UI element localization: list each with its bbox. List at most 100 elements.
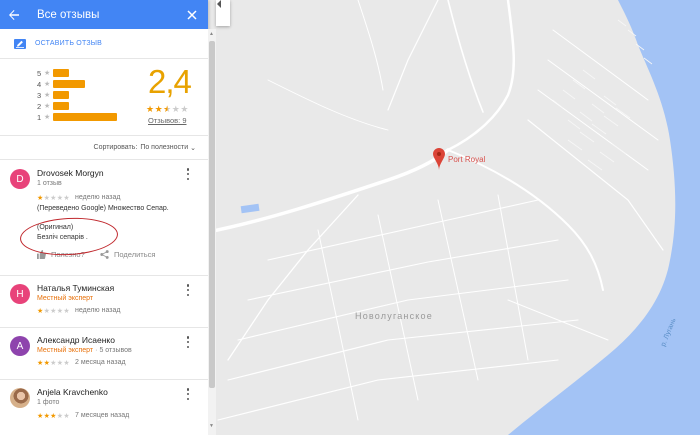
town-label: Новолуганское [355,311,433,321]
review-time: неделю назад [75,307,121,314]
star-icon: ★ [37,308,44,315]
reviewer-name[interactable]: Anjela Kravchenko [37,387,108,397]
star-icon: ★ [37,413,44,420]
review-translated-text: (Переведено Google) Множество Сепар. [37,205,169,212]
reviewer-meta: 1 отзыв [37,180,62,187]
reviews-panel: Все отзывы ОСТАВИТЬ ОТЗЫВ 5 ★ 4 ★ 3 ★ 2 ★ 1 ★ 2,4… [0,0,208,435]
histogram-label: 2 [37,101,42,111]
star-icon: ★ [44,81,51,88]
local-guide-badge: Местный эксперт [37,295,94,302]
reviews-count-link[interactable]: Отзывов: 9 [148,116,187,125]
helpful-label: Полезно? [51,250,85,259]
reservoir-water [508,0,700,435]
page-title: Все отзывы [37,8,100,21]
share-label: Поделиться [114,250,156,259]
review-stars: ★★★★★ [37,412,70,420]
more-options-button[interactable] [184,336,192,348]
histogram-label: 1 [37,112,42,122]
reviewer-name[interactable]: Drovosek Morgyn [37,168,104,178]
more-options-button[interactable] [184,284,192,296]
star-icon: ★ [180,104,189,114]
histogram-bar [53,113,117,121]
review-stars: ★★★★★ [37,307,70,315]
histogram-row: 5 ★ [37,68,69,78]
avatar[interactable]: А [10,336,30,356]
share-icon [100,250,109,259]
helpful-button[interactable]: Полезно? [37,250,85,259]
histogram-label: 4 [37,79,42,89]
scroll-up-icon[interactable]: ▲ [209,31,214,37]
star-icon: ★ [37,360,44,367]
scroll-down-icon[interactable]: ▼ [209,423,214,429]
histogram-label: 5 [37,68,42,78]
avatar[interactable]: Н [10,284,30,304]
reviewer-meta: Местный эксперт · 5 отзывов [37,347,132,354]
star-icon: ★ [50,360,57,367]
star-icon: ★ [146,104,155,114]
pencil-review-icon [14,38,26,49]
panel-scrollbar[interactable]: ▲ ▼ [208,29,216,435]
star-icon: ★ [44,92,51,99]
roads [208,0,664,421]
sort-dropdown[interactable]: Сортировать: По полезности ⌄ [0,136,208,160]
collapse-panel-button[interactable] [216,0,230,26]
reviews-count: 5 отзывов [99,347,132,354]
panel-header: Все отзывы [0,0,208,29]
review-item: Н Наталья Туминская Местный эксперт ★★★★… [0,276,208,328]
reviewer-name[interactable]: Александр Исаенко [37,335,115,345]
avatar[interactable]: D [10,169,30,189]
star-icon: ★ [44,114,51,121]
star-icon: ★ [63,195,70,202]
histogram-label: 3 [37,90,42,100]
star-icon: ★ [63,308,70,315]
close-icon [187,9,197,20]
average-stars: ★★★★★ [146,104,189,115]
local-guide-badge: Местный эксперт [37,347,94,354]
histogram-bar [53,80,85,88]
star-icon: ★ [163,104,172,114]
star-icon: ★ [50,195,57,202]
chevron-left-icon [217,0,221,8]
write-review-label: ОСТАВИТЬ ОТЗЫВ [35,40,103,47]
histogram-row: 2 ★ [37,101,69,111]
review-original-text: Безліч сепарів . [37,234,88,241]
histogram-row: 3 ★ [37,90,69,100]
share-button[interactable]: Поделиться [100,250,155,259]
review-original-label: (Оригинал) [37,224,74,231]
histogram-bar [53,91,69,99]
pond [240,203,260,214]
review-time: 7 месяцев назад [75,412,130,419]
map-pin-icon[interactable] [433,148,445,170]
review-item: А Александр Исаенко Местный эксперт · 5 от… [0,328,208,380]
histogram-row: 1 ★ [37,112,117,122]
reviewer-meta: Местный эксперт [37,295,93,302]
star-icon: ★ [44,103,51,110]
star-icon: ★ [44,70,51,77]
scrollbar-thumb[interactable] [209,41,215,388]
star-icon: ★ [37,195,44,202]
close-button[interactable] [182,9,202,20]
more-options-button[interactable] [184,168,192,180]
review-time: неделю назад [75,194,121,201]
place-label[interactable]: Port Royal [448,155,485,164]
reviewer-meta: 1 фото [37,399,60,406]
histogram-bar [53,102,69,110]
review-stars: ★★★★★ [37,359,70,367]
star-icon: ★ [154,104,164,114]
histogram-bar [53,69,69,77]
review-item: Anjela Kravchenko 1 фото ★★★★★ 7 месяцев… [0,380,208,435]
arrow-left-icon [9,9,19,20]
review-item: D Drovosek Morgyn 1 отзыв ★★★★★ неделю н… [0,160,208,276]
rating-summary: 5 ★ 4 ★ 3 ★ 2 ★ 1 ★ 2,4 ★★★★★ Отзывов: 9 [0,59,208,136]
back-button[interactable] [8,9,30,21]
star-icon: ★ [50,413,57,420]
review-stars: ★★★★★ [37,194,70,202]
review-time: 2 месяца назад [75,359,126,366]
thumbs-up-icon [37,250,46,259]
avatar[interactable] [10,388,30,408]
more-options-button[interactable] [184,388,192,400]
histogram-row: 4 ★ [37,79,85,89]
reviewer-name[interactable]: Наталья Туминская [37,283,114,293]
map-canvas[interactable]: Port Royal Новолуганское р. Лугань [208,0,700,435]
write-review-button[interactable]: ОСТАВИТЬ ОТЗЫВ [0,29,208,59]
